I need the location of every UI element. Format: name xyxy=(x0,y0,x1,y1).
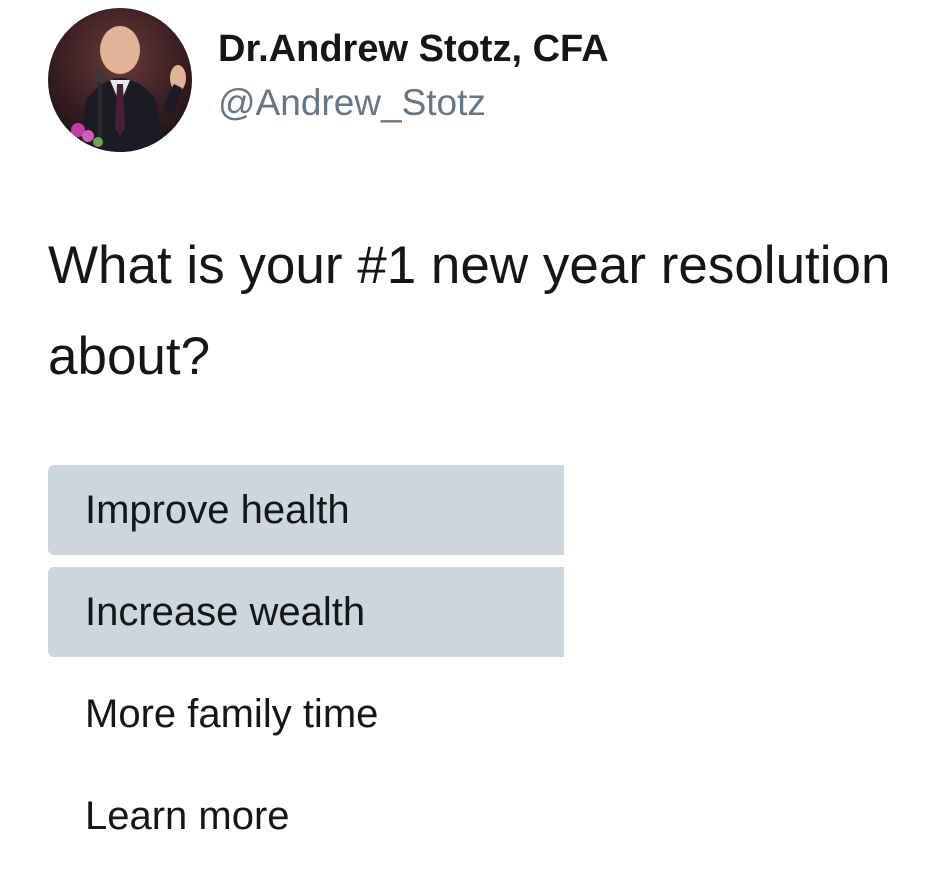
poll-option-more-family-time[interactable]: More family time xyxy=(48,669,908,759)
poll-option-label: More family time xyxy=(85,692,379,736)
poll-option-improve-health[interactable]: Improve health xyxy=(48,465,908,555)
tweet-text-line: about? xyxy=(48,327,211,386)
tweet-text: What is your #1 new year resolution abou… xyxy=(48,220,951,402)
profile-photo-icon xyxy=(48,8,192,152)
author-display-name[interactable]: Dr.Andrew Stotz, CFA xyxy=(218,28,609,71)
poll-option-increase-wealth[interactable]: Increase wealth xyxy=(48,567,908,657)
poll-option-label: Learn more xyxy=(85,794,290,838)
poll: Improve health Increase wealth More fami… xyxy=(48,465,908,873)
tweet-text-line: What is your #1 new year resolution xyxy=(48,236,891,295)
author-handle[interactable]: @Andrew_Stotz xyxy=(218,82,486,124)
poll-option-learn-more[interactable]: Learn more xyxy=(48,771,908,861)
poll-option-label: Improve health xyxy=(85,488,350,532)
author-avatar[interactable] xyxy=(48,8,192,152)
poll-option-label: Increase wealth xyxy=(85,590,366,634)
